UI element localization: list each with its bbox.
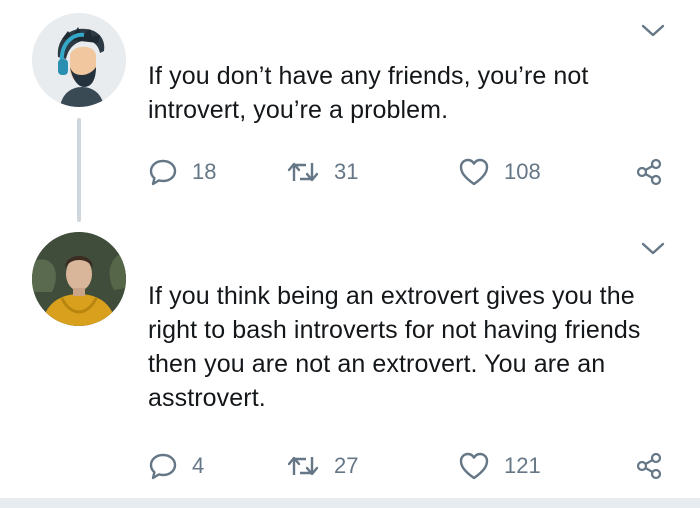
tweet: If you think being an extrovert gives yo… <box>0 232 700 498</box>
thread-line <box>77 118 81 222</box>
heart-icon <box>458 157 490 187</box>
retweet-count: 27 <box>334 453 359 478</box>
tweet-text: If you think being an extrovert gives yo… <box>148 282 641 412</box>
share-button[interactable] <box>634 152 664 192</box>
share-button[interactable] <box>634 446 664 486</box>
like-count: 121 <box>504 453 541 478</box>
reply-button[interactable]: 18 <box>148 152 216 192</box>
retweet-button[interactable]: 31 <box>286 152 358 192</box>
reply-button[interactable]: 4 <box>148 446 204 486</box>
heart-icon <box>458 451 490 481</box>
avatar[interactable] <box>32 232 126 326</box>
share-icon <box>634 157 664 187</box>
tweet: If you don’t have any friends, you’re no… <box>0 0 700 232</box>
share-icon <box>634 451 664 481</box>
retweet-button[interactable]: 27 <box>286 446 358 486</box>
like-count: 108 <box>504 159 541 184</box>
reply-icon <box>148 157 178 187</box>
retweet-icon <box>286 451 320 481</box>
bottom-divider <box>0 498 700 508</box>
avatar[interactable] <box>32 13 126 107</box>
chevron-down-icon[interactable] <box>640 240 666 258</box>
like-button[interactable]: 121 <box>458 446 541 486</box>
like-button[interactable]: 108 <box>458 152 541 192</box>
tweet-text: If you don’t have any friends, you’re no… <box>148 62 589 124</box>
tweet-actions: 18 31 108 <box>148 152 670 192</box>
retweet-count: 31 <box>334 159 359 184</box>
reply-icon <box>148 451 178 481</box>
chevron-down-icon[interactable] <box>640 22 666 40</box>
tweet-actions: 4 27 121 <box>148 446 670 486</box>
retweet-icon <box>286 157 320 187</box>
reply-count: 18 <box>192 159 217 184</box>
reply-count: 4 <box>192 453 205 478</box>
